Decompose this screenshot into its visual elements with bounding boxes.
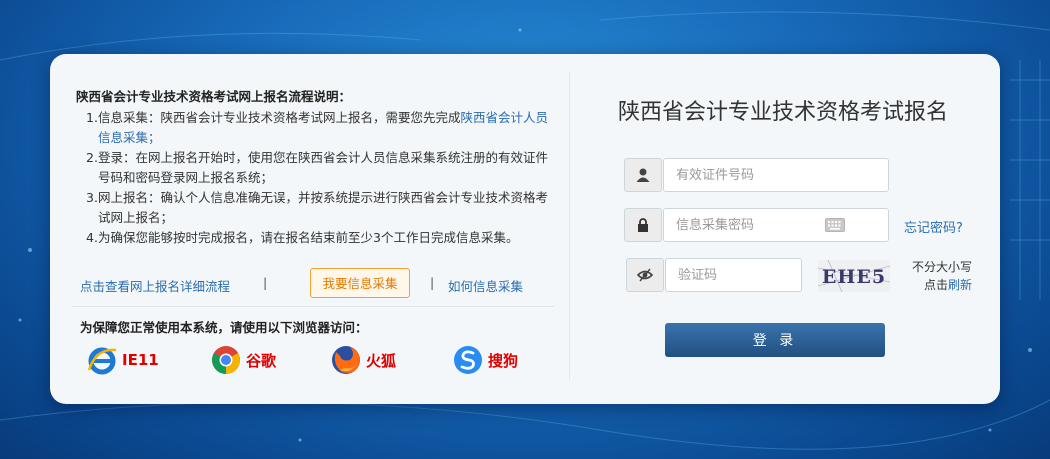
step-item: 3. 网上报名：确认个人信息准确无误，并按系统提示进行陕西省会计专业技术资格考试网… [86,188,551,228]
login-card: 陕西省会计专业技术资格考试网上报名流程说明： 1. 信息采集：陕西省会计专业技术资… [50,54,1000,404]
browser-chrome: 谷歌 [210,342,276,378]
keyboard-icon[interactable] [825,218,845,232]
ie-icon [87,347,117,375]
divider [72,306,554,307]
captcha-image[interactable]: EHE5 [818,260,890,292]
chrome-icon [212,346,240,374]
browser-firefox: 火狐 [330,342,396,378]
captcha-input[interactable] [665,258,802,292]
refresh-captcha-link[interactable]: 刷新 [948,278,972,292]
step-text: 网上报名：确认个人信息准确无误，并按系统提示进行陕西省会计专业技术资格考试网上报… [98,190,549,225]
browser-name: 火狐 [366,351,397,370]
step-number: 2. [86,150,98,165]
login-button[interactable]: 登 录 [665,323,885,357]
step-item: 2. 登录：在网上报名开始时，使用您在陕西省会计人员信息采集系统注册的有效证件号码… [86,148,551,188]
id-number-input[interactable] [663,158,889,192]
sogou-icon [454,346,482,374]
step-text: 信息采集：陕西省会计专业技术资格考试网上报名，需要您先完成 [98,110,461,125]
browser-recommendation-title: 为保障您正常使用本系统，请使用以下浏览器访问： [80,320,368,335]
registration-instructions: 陕西省会计专业技术资格考试网上报名流程说明： 1. 信息采集：陕西省会计专业技术资… [76,86,551,248]
browser-sogou: 搜狗 [452,342,518,378]
divider [569,72,570,380]
click-label: 点击 [923,278,948,292]
step-number: 3. [86,190,98,205]
user-icon [624,158,662,192]
case-insensitive-hint: 不分大小写 [911,260,972,274]
step-item: 1. 信息采集：陕西省会计专业技术资格考试网上报名，需要您先完成陕西省会计人员信息… [86,108,551,148]
login-title: 陕西省会计专业技术资格考试报名 [617,100,948,125]
browser-name: 谷歌 [246,351,277,370]
info-collection-button[interactable]: 我要信息采集 [310,268,410,298]
step-number: 4. [86,230,98,245]
browser-name: 搜狗 [488,351,519,370]
password-input[interactable] [663,208,889,242]
step-tail: ； [148,130,161,145]
lock-icon [624,208,662,242]
step-text: 为确保您能够按时完成报名，请在报名结束前至少3个工作日完成信息采集。 [98,230,519,245]
captcha-text: EHE5 [822,266,886,288]
forgot-password-link[interactable]: 忘记密码? [904,217,963,236]
separator: | [263,275,268,290]
browser-list: IE11 谷歌 火狐 搜狗 [86,342,546,378]
how-to-collect-link[interactable]: 如何信息采集 [448,276,523,295]
eye-icon [626,258,664,292]
captcha-hint: 不分大小写 点击刷新 [902,258,972,294]
refresh-hint: 点击刷新 [902,276,972,294]
step-number: 1. [86,110,98,125]
browser-ie: IE11 [86,342,159,378]
detail-process-link[interactable]: 点击查看网上报名详细流程 [80,276,230,295]
separator: | [430,275,435,290]
action-links: 点击查看网上报名详细流程 | 我要信息采集 | 如何信息采集 [80,268,530,300]
instructions-title: 陕西省会计专业技术资格考试网上报名流程说明： [76,89,352,104]
step-item: 4. 为确保您能够按时完成报名，请在报名结束前至少3个工作日完成信息采集。 [86,228,551,248]
browser-name: IE11 [122,351,159,369]
steps-list: 1. 信息采集：陕西省会计专业技术资格考试网上报名，需要您先完成陕西省会计人员信息… [76,108,551,248]
firefox-icon [332,346,360,374]
step-text: 登录：在网上报名开始时，使用您在陕西省会计人员信息采集系统注册的有效证件号码和密… [98,150,549,185]
